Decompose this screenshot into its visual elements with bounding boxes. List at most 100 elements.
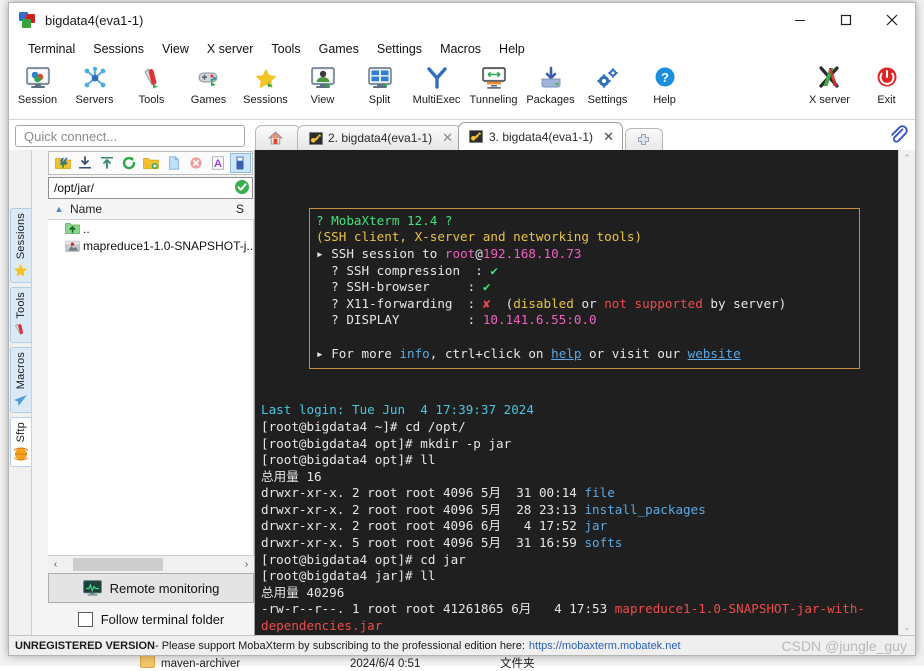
list-item[interactable]: mapreduce1-1.0-SNAPSHOT-j... — [48, 237, 253, 254]
tab-session-3-close[interactable]: ✕ — [603, 131, 614, 143]
rail-tab-tools[interactable]: Tools — [10, 287, 31, 343]
paperclip-icon[interactable] — [881, 120, 915, 150]
toolbar-settings-button[interactable]: Settings — [579, 63, 636, 106]
status-url-link[interactable]: https://mobaxterm.mobatek.net — [529, 640, 681, 652]
sftp-horizontal-scrollbar[interactable]: ‹ › — [48, 555, 254, 573]
menu-x-server[interactable]: X server — [198, 39, 263, 60]
menu-view[interactable]: View — [153, 39, 198, 60]
toolbar-view-button[interactable]: View — [294, 63, 351, 106]
toolbar-session-button[interactable]: Session — [9, 63, 66, 106]
delete-icon[interactable] — [185, 153, 206, 173]
folder-icon — [140, 655, 155, 668]
scroll-up-arrow-icon[interactable]: ⌃ — [899, 150, 915, 166]
quick-connect-input[interactable]: Quick connect... — [15, 125, 245, 147]
sftp-file-list[interactable]: .. mapreduce1-1.0-SNAPSHOT-j... — [48, 220, 254, 555]
upload-icon[interactable] — [96, 153, 117, 173]
refresh-icon[interactable] — [119, 153, 140, 173]
toolbar-tunneling-button[interactable]: Tunneling — [465, 63, 522, 106]
maximize-button[interactable] — [823, 4, 869, 37]
remote-monitoring-button[interactable]: Remote monitoring — [48, 573, 254, 603]
prompt-1: [root@bigdata4 ~]# — [261, 419, 405, 434]
banner-row-2-pad — [453, 296, 461, 311]
menu-macros[interactable]: Macros — [431, 39, 490, 60]
tab-session-2[interactable]: 2. bigdata4(eva1-1) ✕ — [297, 125, 462, 150]
toolbar-packages-button[interactable]: Packages — [522, 63, 579, 106]
menu-games[interactable]: Games — [310, 39, 368, 60]
toolbar-tunneling-label: Tunneling — [470, 94, 518, 106]
banner-session-at: @ — [475, 246, 483, 261]
title-bar: bigdata4(eva1-1) — [9, 3, 915, 37]
follow-terminal-folder-row[interactable]: Follow terminal folder — [48, 603, 254, 635]
toolbar-x-server-button[interactable]: X server — [801, 63, 858, 106]
new-folder-icon[interactable] — [141, 153, 162, 173]
rail-tab-sftp[interactable]: Sftp — [10, 417, 31, 466]
sort-ascending-icon[interactable]: ▲ — [48, 204, 70, 214]
banner-help-link[interactable]: help — [551, 346, 581, 361]
toolbar-exit-button[interactable]: Exit — [858, 63, 915, 106]
banner-row-3-label: ? DISPLAY — [331, 312, 399, 327]
menu-tools[interactable]: Tools — [262, 39, 309, 60]
window-title: bigdata4(eva1-1) — [45, 13, 777, 28]
scroll-right-arrow-icon[interactable]: › — [239, 559, 254, 570]
new-tab-button[interactable] — [625, 128, 663, 150]
toolbar-x-server-label: X server — [809, 94, 850, 106]
terminal-scrollbar[interactable]: ⌃ ⌄ — [898, 150, 915, 635]
packages-download-icon — [535, 63, 567, 93]
toolbar-sessions-button[interactable]: Sessions — [237, 63, 294, 106]
menu-bar: Terminal Sessions View X server Tools Ga… — [9, 37, 915, 61]
rail-tab-sftp-label: Sftp — [15, 422, 27, 442]
banner-row-0-label: ? SSH compression — [331, 263, 460, 278]
collapse-panel-button[interactable]: « — [55, 150, 73, 172]
text-edit-icon[interactable]: A — [208, 153, 229, 173]
toolbar-games-button[interactable]: Games — [180, 63, 237, 106]
toolbar-tools-button[interactable]: Tools — [123, 63, 180, 106]
scroll-track[interactable] — [899, 166, 915, 619]
close-button[interactable] — [869, 4, 915, 37]
rail-tab-sessions[interactable]: Sessions — [10, 208, 31, 283]
scroll-down-arrow-icon[interactable]: ⌄ — [899, 619, 915, 635]
scroll-thumb[interactable] — [73, 558, 163, 571]
menu-sessions[interactable]: Sessions — [84, 39, 153, 60]
list-item-name: .. — [83, 222, 90, 236]
banner-row-1-value: ✔ — [483, 279, 491, 294]
banner-info-link[interactable]: info — [399, 346, 429, 361]
menu-help[interactable]: Help — [490, 39, 534, 60]
follow-terminal-folder-checkbox[interactable] — [78, 612, 93, 627]
new-file-icon[interactable] — [163, 153, 184, 173]
toggle-panel-icon[interactable] — [230, 153, 251, 173]
toolbar-multiexec-button[interactable]: MultiExec — [408, 63, 465, 106]
toolbar-servers-button[interactable]: Servers — [66, 63, 123, 106]
column-header-size[interactable]: S — [236, 202, 254, 216]
toolbar-session-label: Session — [18, 94, 57, 106]
banner-subtitle: (SSH client, X-server and networking too… — [316, 229, 642, 244]
toolbar-sessions-label: Sessions — [243, 94, 288, 106]
jar-archive-icon — [64, 238, 80, 253]
rail-tab-sessions-label: Sessions — [15, 213, 27, 259]
banner-row-1-pad — [430, 279, 460, 294]
mobaxterm-window: bigdata4(eva1-1) Terminal Sessions View … — [8, 2, 916, 656]
menu-terminal[interactable]: Terminal — [19, 39, 84, 60]
banner-more-prefix: For more — [331, 346, 399, 361]
banner-website-link[interactable]: website — [688, 346, 741, 361]
menu-settings[interactable]: Settings — [368, 39, 431, 60]
tab-home[interactable] — [255, 125, 301, 150]
tab-session-3[interactable]: 3. bigdata4(eva1-1) ✕ — [458, 122, 623, 150]
ls-row-3-perm: drwxr-xr-x. 5 root root 4096 5月 31 16:59 — [261, 535, 584, 550]
column-header-name[interactable]: Name — [70, 202, 236, 216]
scroll-left-arrow-icon[interactable]: ‹ — [48, 559, 63, 570]
toolbar-help-button[interactable]: ? Help — [636, 63, 693, 106]
list-item[interactable]: .. — [48, 220, 253, 237]
rail-tab-macros[interactable]: Macros — [10, 347, 31, 413]
banner-title: ? MobaXterm 12.4 ? — [316, 213, 452, 228]
total-line-1: 总用量 16 — [261, 469, 322, 484]
sftp-path-bar[interactable]: /opt/jar/ — [48, 177, 253, 199]
minimize-button[interactable] — [777, 4, 823, 37]
terminal-output[interactable]: ? MobaXterm 12.4 ? (SSH client, X-server… — [255, 150, 898, 635]
download-icon[interactable] — [74, 153, 95, 173]
banner-x11-close: by server) — [703, 296, 786, 311]
toolbar-split-button[interactable]: Split — [351, 63, 408, 106]
tab-session-2-close[interactable]: ✕ — [442, 132, 453, 144]
scroll-track[interactable] — [63, 558, 239, 571]
banner-row-0-value: ✔ — [490, 263, 498, 278]
ls-row-4-name: mapreduce1-1.0-SNAPSHOT-jar-with- — [615, 601, 865, 616]
